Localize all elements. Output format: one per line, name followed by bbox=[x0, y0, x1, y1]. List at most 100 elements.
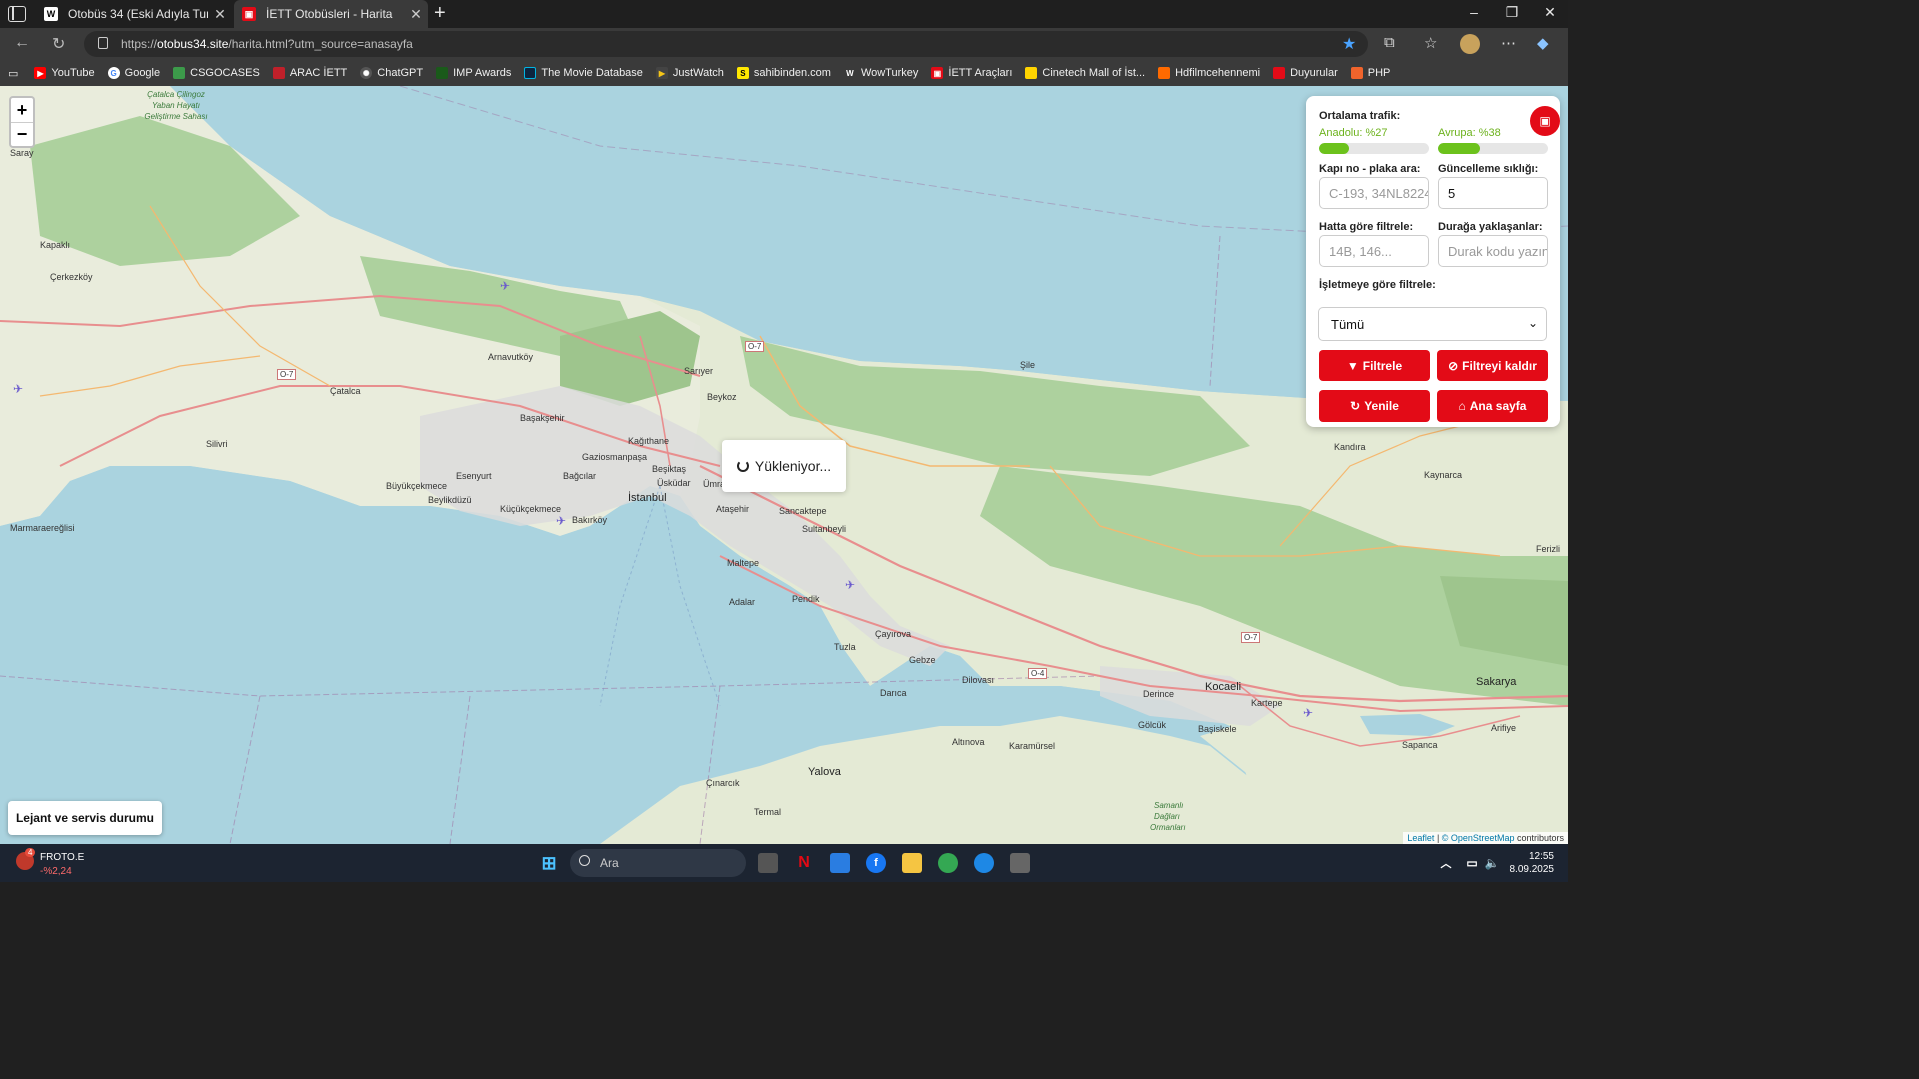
bookmark-chatgpt[interactable]: ✺ ChatGPT bbox=[360, 67, 423, 79]
url-text[interactable]: https://otobus34.site/harita.html?utm_so… bbox=[121, 37, 413, 51]
clock[interactable]: 12:55 8.09.2025 bbox=[1508, 850, 1555, 876]
close-window-icon[interactable]: ✕ bbox=[1535, 4, 1565, 21]
favorite-star-icon[interactable]: ★ bbox=[1342, 34, 1356, 54]
tab-iett-harita[interactable]: ▣ İETT Otobüsleri - Harita ✕ bbox=[234, 0, 428, 28]
map-label-kandira: Kandıra bbox=[1334, 442, 1366, 452]
tab-title: Otobüs 34 (Eski Adıyla Tumotobus) bbox=[68, 7, 208, 21]
tab-otobus34[interactable]: W Otobüs 34 (Eski Adıyla Tumotobus) ✕ bbox=[36, 0, 232, 28]
file-explorer-icon[interactable] bbox=[902, 853, 922, 873]
chevron-down-icon: ⌄ bbox=[1527, 316, 1538, 330]
iett-bus-icon: ▣ bbox=[242, 7, 256, 21]
taskbar-search[interactable]: Ara bbox=[570, 849, 746, 877]
more-menu-icon[interactable]: ⋯ bbox=[1501, 34, 1516, 52]
bookmark-arac-iett[interactable]: ARAC İETT bbox=[272, 67, 347, 79]
operator-select[interactable]: Tümü ⌄ bbox=[1318, 307, 1547, 341]
home-button[interactable]: ⌂ Ana sayfa bbox=[1437, 390, 1548, 422]
extensions-icon[interactable]: ⧉ bbox=[1384, 34, 1395, 51]
map-label-gebze: Gebze bbox=[909, 655, 936, 665]
bookmark-php[interactable]: PHP bbox=[1350, 67, 1391, 79]
address-bar[interactable]: https://otobus34.site/harita.html?utm_so… bbox=[84, 31, 1368, 57]
map-canvas[interactable]: İstanbul Kocaeli Sakarya Yalova Şile Sil… bbox=[0, 86, 1568, 844]
edge-icon[interactable] bbox=[974, 853, 994, 873]
update-frequency-input[interactable]: 5 bbox=[1438, 177, 1548, 209]
bookmark-wowturkey[interactable]: W WowTurkey bbox=[843, 67, 918, 79]
bookmark-google[interactable]: G Google bbox=[107, 67, 160, 79]
highway-shield-o4: O-4 bbox=[1028, 668, 1048, 679]
plate-search-input[interactable]: C-193, 34NL8224 bbox=[1319, 177, 1429, 209]
bookmark-iett-araclari[interactable]: ▣ İETT Araçları bbox=[931, 67, 1012, 79]
chrome-icon[interactable] bbox=[938, 853, 958, 873]
favorites-icon[interactable]: ☆ bbox=[1424, 34, 1437, 52]
line-filter-input[interactable]: 14B, 146... bbox=[1319, 235, 1429, 267]
map-label-catalca: Çatalca bbox=[330, 386, 361, 396]
refresh-button[interactable]: ↻ Yenile bbox=[1319, 390, 1430, 422]
minimize-icon[interactable]: – bbox=[1459, 4, 1489, 20]
bookmark-cinetech[interactable]: Cinetech Mall of İst... bbox=[1025, 67, 1145, 79]
url-prefix: https:// bbox=[121, 37, 158, 51]
map-label-ferizli: Ferizli bbox=[1536, 544, 1560, 554]
restore-icon[interactable]: ❐ bbox=[1497, 4, 1527, 21]
leaflet-link[interactable]: Leaflet bbox=[1407, 833, 1434, 843]
stop-code-input[interactable]: Durak kodu yazın bbox=[1438, 235, 1548, 267]
map-label-kocaeli: Kocaeli bbox=[1205, 681, 1242, 693]
map-label-golcuk: Gölcük bbox=[1138, 720, 1167, 730]
map-label-karamursel: Karamürsel bbox=[1009, 741, 1056, 751]
volume-icon[interactable]: 🔈 bbox=[1482, 853, 1502, 873]
app-icon[interactable] bbox=[1010, 853, 1030, 873]
task-view-icon[interactable] bbox=[758, 853, 778, 873]
map-label-dilovasi: Dilovası bbox=[962, 675, 995, 685]
bookmark-youtube[interactable]: ▶ YouTube bbox=[34, 67, 95, 79]
bookmark-label: PHP bbox=[1367, 67, 1391, 79]
bookmark-label: IMP Awards bbox=[453, 67, 512, 79]
bookmark-csgocases[interactable]: CSGOCASES bbox=[173, 67, 260, 79]
zoom-out-button[interactable]: − bbox=[11, 122, 33, 146]
lock-icon[interactable] bbox=[98, 37, 108, 49]
zoom-in-button[interactable]: + bbox=[11, 98, 33, 122]
reading-list-icon[interactable]: ▭ bbox=[8, 67, 18, 80]
php-icon bbox=[1350, 67, 1363, 79]
chatgpt-icon: ✺ bbox=[360, 67, 373, 79]
bookmark-label: sahibinden.com bbox=[753, 67, 831, 79]
taskbar: 4 FROTO.E -%2,24 ⊞ Ara N f ︿ ▭ 🔈 12:55 8… bbox=[0, 844, 1568, 882]
profile-avatar[interactable] bbox=[1460, 34, 1480, 54]
close-tab-icon[interactable]: ✕ bbox=[208, 6, 232, 23]
bookmark-sahibinden[interactable]: Ssahibinden.com bbox=[736, 67, 831, 79]
bookmark-label: YouTube bbox=[51, 67, 95, 79]
facebook-icon[interactable]: f bbox=[866, 853, 886, 873]
highway-shield-o7: O-7 bbox=[277, 369, 297, 380]
attribution-suffix: contributors bbox=[1516, 833, 1564, 843]
map-label-cayirova: Çayırova bbox=[875, 629, 912, 639]
iett-bus-icon[interactable]: ▣ bbox=[1530, 106, 1560, 136]
filter-icon: ▼ bbox=[1346, 358, 1359, 373]
map-label-daglari: Dağları bbox=[1154, 812, 1180, 821]
bookmark-tmdb[interactable]: The Movie Database bbox=[524, 67, 643, 79]
map-label-basiskele: Başiskele bbox=[1198, 724, 1237, 734]
new-tab-icon[interactable]: + bbox=[434, 2, 446, 25]
clear-filter-button[interactable]: ⊘ Filtreyi kaldır bbox=[1437, 350, 1548, 381]
map-label-esenyurt: Esenyurt bbox=[456, 471, 492, 481]
update-frequency-label: Güncelleme sıklığı: bbox=[1438, 163, 1539, 175]
bookmark-hdfilmcehennemi[interactable]: Hdfilmcehennemi bbox=[1158, 67, 1260, 79]
back-icon[interactable]: ← bbox=[14, 34, 30, 52]
map-label-marmaraereglisi: Marmaraereğlisi bbox=[10, 523, 75, 533]
tray-chevron-icon[interactable]: ︿ bbox=[1436, 853, 1456, 873]
plate-search-label: Kapı no - plaka ara: bbox=[1319, 163, 1421, 175]
refresh-icon[interactable]: ↻ bbox=[52, 34, 65, 54]
bookmark-imp-awards[interactable]: IMP Awards bbox=[436, 67, 511, 79]
osm-link[interactable]: © OpenStreetMap bbox=[1442, 833, 1515, 843]
netflix-icon[interactable]: N bbox=[794, 853, 814, 873]
filter-button[interactable]: ▼ Filtrele bbox=[1319, 350, 1430, 381]
windows-start-icon[interactable]: ⊞ bbox=[539, 853, 559, 873]
bookmark-justwatch[interactable]: ▶ JustWatch bbox=[655, 67, 724, 79]
url-path: /harita.html?utm_source=anasayfa bbox=[228, 37, 413, 51]
google-icon: G bbox=[107, 67, 120, 79]
filter-remove-icon: ⊘ bbox=[1448, 358, 1459, 373]
legend-button[interactable]: Lejant ve servis durumu bbox=[8, 801, 162, 835]
tab-actions-icon[interactable] bbox=[8, 6, 26, 22]
bookmark-duyurular[interactable]: Duyurular bbox=[1273, 67, 1338, 79]
copilot-icon[interactable]: ◆ bbox=[1537, 34, 1549, 52]
youtube-icon: ▶ bbox=[34, 67, 47, 79]
close-tab-icon[interactable]: ✕ bbox=[404, 6, 428, 23]
store-icon[interactable] bbox=[830, 853, 850, 873]
network-icon[interactable]: ▭ bbox=[1462, 853, 1482, 873]
